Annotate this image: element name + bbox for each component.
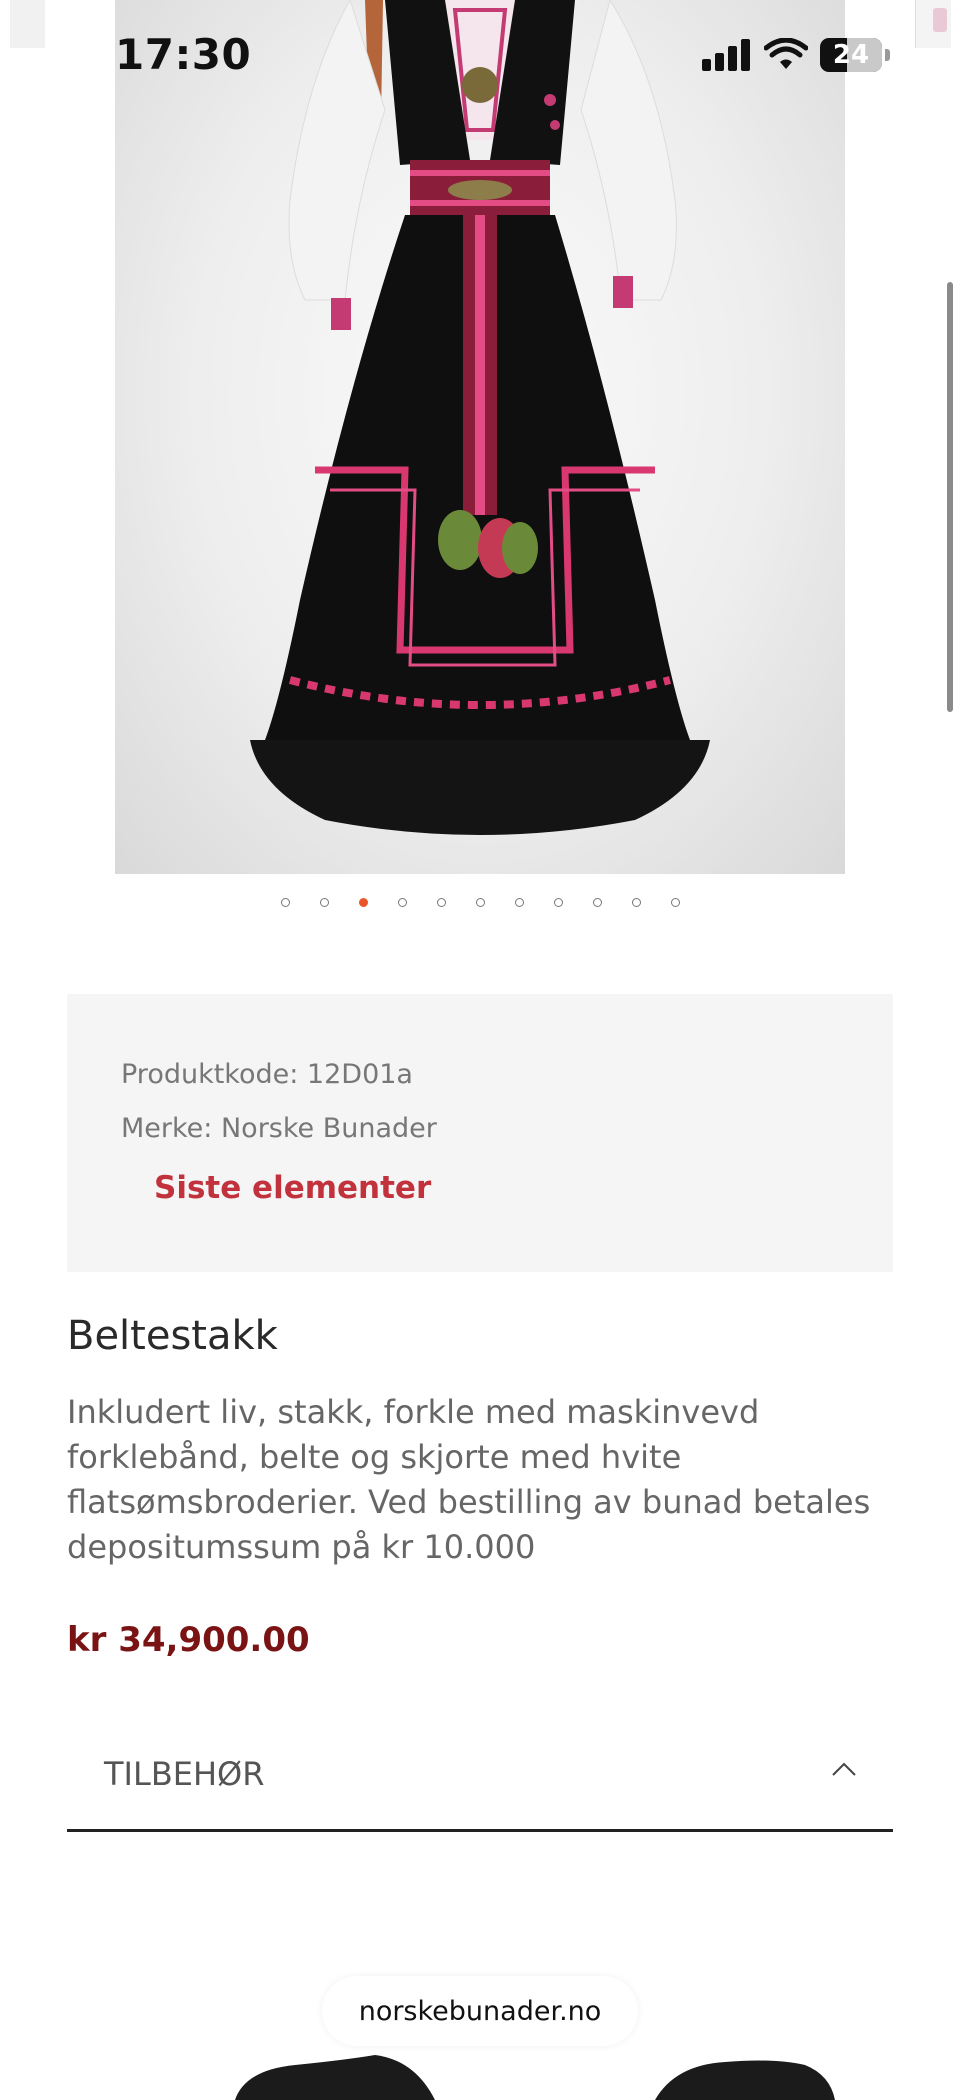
product-name: Beltestakk bbox=[67, 1313, 278, 1359]
domain-text: norskebunader.no bbox=[358, 1995, 602, 2027]
product-image[interactable] bbox=[115, 0, 845, 874]
carousel-dot[interactable] bbox=[553, 898, 563, 907]
carousel-dots bbox=[0, 898, 960, 907]
product-meta-box: Produktkode: 12D01a Merke: Norske Bunade… bbox=[67, 994, 893, 1272]
carousel-dot[interactable] bbox=[514, 898, 524, 907]
carousel-dot[interactable] bbox=[358, 898, 368, 907]
carousel-dot[interactable] bbox=[475, 898, 485, 907]
product-brand: Merke: Norske Bunader bbox=[121, 1113, 437, 1144]
product-price: kr 34,900.00 bbox=[67, 1620, 310, 1660]
carousel-dot[interactable] bbox=[436, 898, 446, 907]
bunad-illustration bbox=[250, 0, 710, 835]
battery-icon: 24 bbox=[820, 38, 882, 72]
battery-level: 24 bbox=[832, 40, 870, 70]
wifi-icon bbox=[764, 38, 808, 69]
signal-icon bbox=[702, 39, 750, 71]
carousel-dot[interactable] bbox=[670, 898, 680, 907]
accessories-accordion[interactable]: TILBEHØR bbox=[67, 1735, 893, 1832]
carousel-dot[interactable] bbox=[631, 898, 641, 907]
carousel-dot[interactable] bbox=[592, 898, 602, 907]
product-code: Produktkode: 12D01a bbox=[121, 1059, 413, 1090]
stock-status: Siste elementer bbox=[154, 1170, 432, 1206]
status-bar: 17:30 24 bbox=[0, 0, 960, 110]
chevron-up-icon[interactable] bbox=[831, 1761, 857, 1777]
shoe-image[interactable] bbox=[235, 2040, 435, 2100]
accessories-title: TILBEHØR bbox=[104, 1755, 265, 1793]
carousel-dot[interactable] bbox=[280, 898, 290, 907]
carousel-dot[interactable] bbox=[397, 898, 407, 907]
carousel-dot[interactable] bbox=[319, 898, 329, 907]
product-description: Inkludert liv, stakk, forkle med maskinv… bbox=[67, 1393, 871, 1566]
browser-address-bar[interactable]: norskebunader.no bbox=[322, 1976, 638, 2046]
scrollbar[interactable] bbox=[947, 282, 953, 712]
status-time: 17:30 bbox=[115, 30, 252, 79]
shoe-image[interactable] bbox=[655, 2040, 835, 2100]
